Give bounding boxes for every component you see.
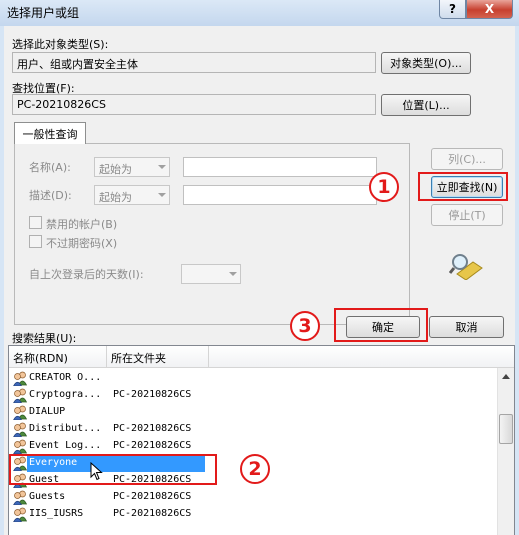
- arrow-up-icon: [502, 374, 510, 379]
- chevron-down-icon: [229, 272, 237, 276]
- step2-highlight: [9, 454, 217, 485]
- mouse-cursor-icon: [90, 462, 103, 481]
- row-name: DIALUP: [29, 406, 66, 417]
- chevron-down-icon: [158, 165, 166, 169]
- step3-highlight: [334, 308, 428, 342]
- step1-highlight: [418, 172, 508, 201]
- table-row[interactable]: DIALUP: [9, 404, 499, 421]
- step3-badge: 3: [290, 311, 320, 341]
- window-title: 选择用户或组: [7, 6, 80, 20]
- description-operator-select[interactable]: 起始为: [94, 185, 170, 205]
- user-group-icon: [13, 388, 28, 403]
- object-types-button[interactable]: 对象类型(O)...: [381, 52, 471, 74]
- step1-badge: 1: [369, 172, 399, 202]
- chevron-down-icon: [158, 193, 166, 197]
- help-icon: ?: [449, 2, 456, 16]
- user-group-icon: [13, 439, 28, 454]
- row-name: Distribut...: [29, 423, 102, 434]
- row-folder: PC-20210826CS: [113, 440, 192, 451]
- table-row[interactable]: Guests PC-20210826CS: [9, 489, 499, 506]
- disabled-accounts-label: 禁用的帐户(B): [46, 218, 118, 231]
- dialog-body: 选择此对象类型(S): 用户、组或内置安全主体 对象类型(O)... 查找位置(…: [4, 26, 515, 535]
- list-header: 名称(RDN) 所在文件夹: [9, 346, 514, 368]
- row-name: IIS_IUSRS: [29, 508, 84, 519]
- object-type-label: 选择此对象类型(S):: [12, 38, 109, 51]
- days-since-logon-label: 自上次登录后的天数(I):: [29, 268, 144, 281]
- close-icon: X: [484, 2, 495, 16]
- row-folder: PC-20210826CS: [113, 508, 192, 519]
- name-operator-value: 起始为: [99, 163, 132, 176]
- non-expiring-password-label: 不过期密码(X): [46, 237, 118, 250]
- scroll-up-button[interactable]: [498, 368, 514, 385]
- name-label: 名称(A):: [29, 161, 71, 174]
- description-input[interactable]: [183, 185, 377, 205]
- locations-button[interactable]: 位置(L)...: [381, 94, 471, 116]
- column-header-name[interactable]: 名称(RDN): [9, 346, 107, 368]
- row-name: Guests: [29, 491, 66, 502]
- table-row[interactable]: IIS_IUSRS PC-20210826CS: [9, 506, 499, 523]
- stop-button[interactable]: 停止(T): [431, 204, 503, 226]
- row-name: CREATOR O...: [29, 372, 102, 383]
- close-button[interactable]: X: [466, 0, 513, 19]
- name-operator-select[interactable]: 起始为: [94, 157, 170, 177]
- table-row[interactable]: CREATOR O...: [9, 370, 499, 387]
- days-since-logon-select[interactable]: [181, 264, 241, 284]
- user-group-icon: [13, 422, 28, 437]
- disabled-accounts-checkbox[interactable]: [29, 216, 42, 229]
- row-name: Event Log...: [29, 440, 102, 451]
- column-header-folder[interactable]: 所在文件夹: [107, 346, 209, 368]
- table-row[interactable]: Event Log... PC-20210826CS: [9, 438, 499, 455]
- search-results-list[interactable]: 名称(RDN) 所在文件夹 CREATOR O... Cryptogra... PC…: [8, 345, 515, 535]
- location-field: PC-20210826CS: [12, 94, 376, 115]
- name-input[interactable]: [183, 157, 377, 177]
- object-type-field: 用户、组或内置安全主体: [12, 52, 376, 73]
- common-queries-panel: 名称(A): 起始为 描述(D): 起始为 禁用的帐户(B) 不过期密码(X) …: [14, 143, 410, 325]
- vertical-scrollbar[interactable]: [497, 368, 514, 535]
- columns-button[interactable]: 列(C)...: [431, 148, 503, 170]
- user-group-icon: [13, 490, 28, 505]
- row-folder: PC-20210826CS: [113, 423, 192, 434]
- cancel-button[interactable]: 取消: [429, 316, 504, 338]
- help-button[interactable]: ?: [439, 0, 466, 19]
- row-folder: PC-20210826CS: [113, 491, 192, 502]
- description-label: 描述(D):: [29, 189, 72, 202]
- title-bar: 选择用户或组 ? X: [0, 0, 519, 26]
- scrollbar-thumb[interactable]: [499, 414, 513, 444]
- step2-badge: 2: [240, 454, 270, 484]
- user-group-icon: [13, 507, 28, 522]
- non-expiring-password-checkbox[interactable]: [29, 235, 42, 248]
- user-group-icon: [13, 371, 28, 386]
- table-row[interactable]: Distribut... PC-20210826CS: [9, 421, 499, 438]
- row-folder: PC-20210826CS: [113, 389, 192, 400]
- description-operator-value: 起始为: [99, 191, 132, 204]
- user-group-icon: [13, 405, 28, 420]
- row-name: Cryptogra...: [29, 389, 102, 400]
- tab-common-queries[interactable]: 一般性查询: [14, 122, 86, 144]
- table-row[interactable]: Cryptogra... PC-20210826CS: [9, 387, 499, 404]
- search-icon: [449, 254, 483, 280]
- search-results-label: 搜索结果(U):: [12, 332, 77, 345]
